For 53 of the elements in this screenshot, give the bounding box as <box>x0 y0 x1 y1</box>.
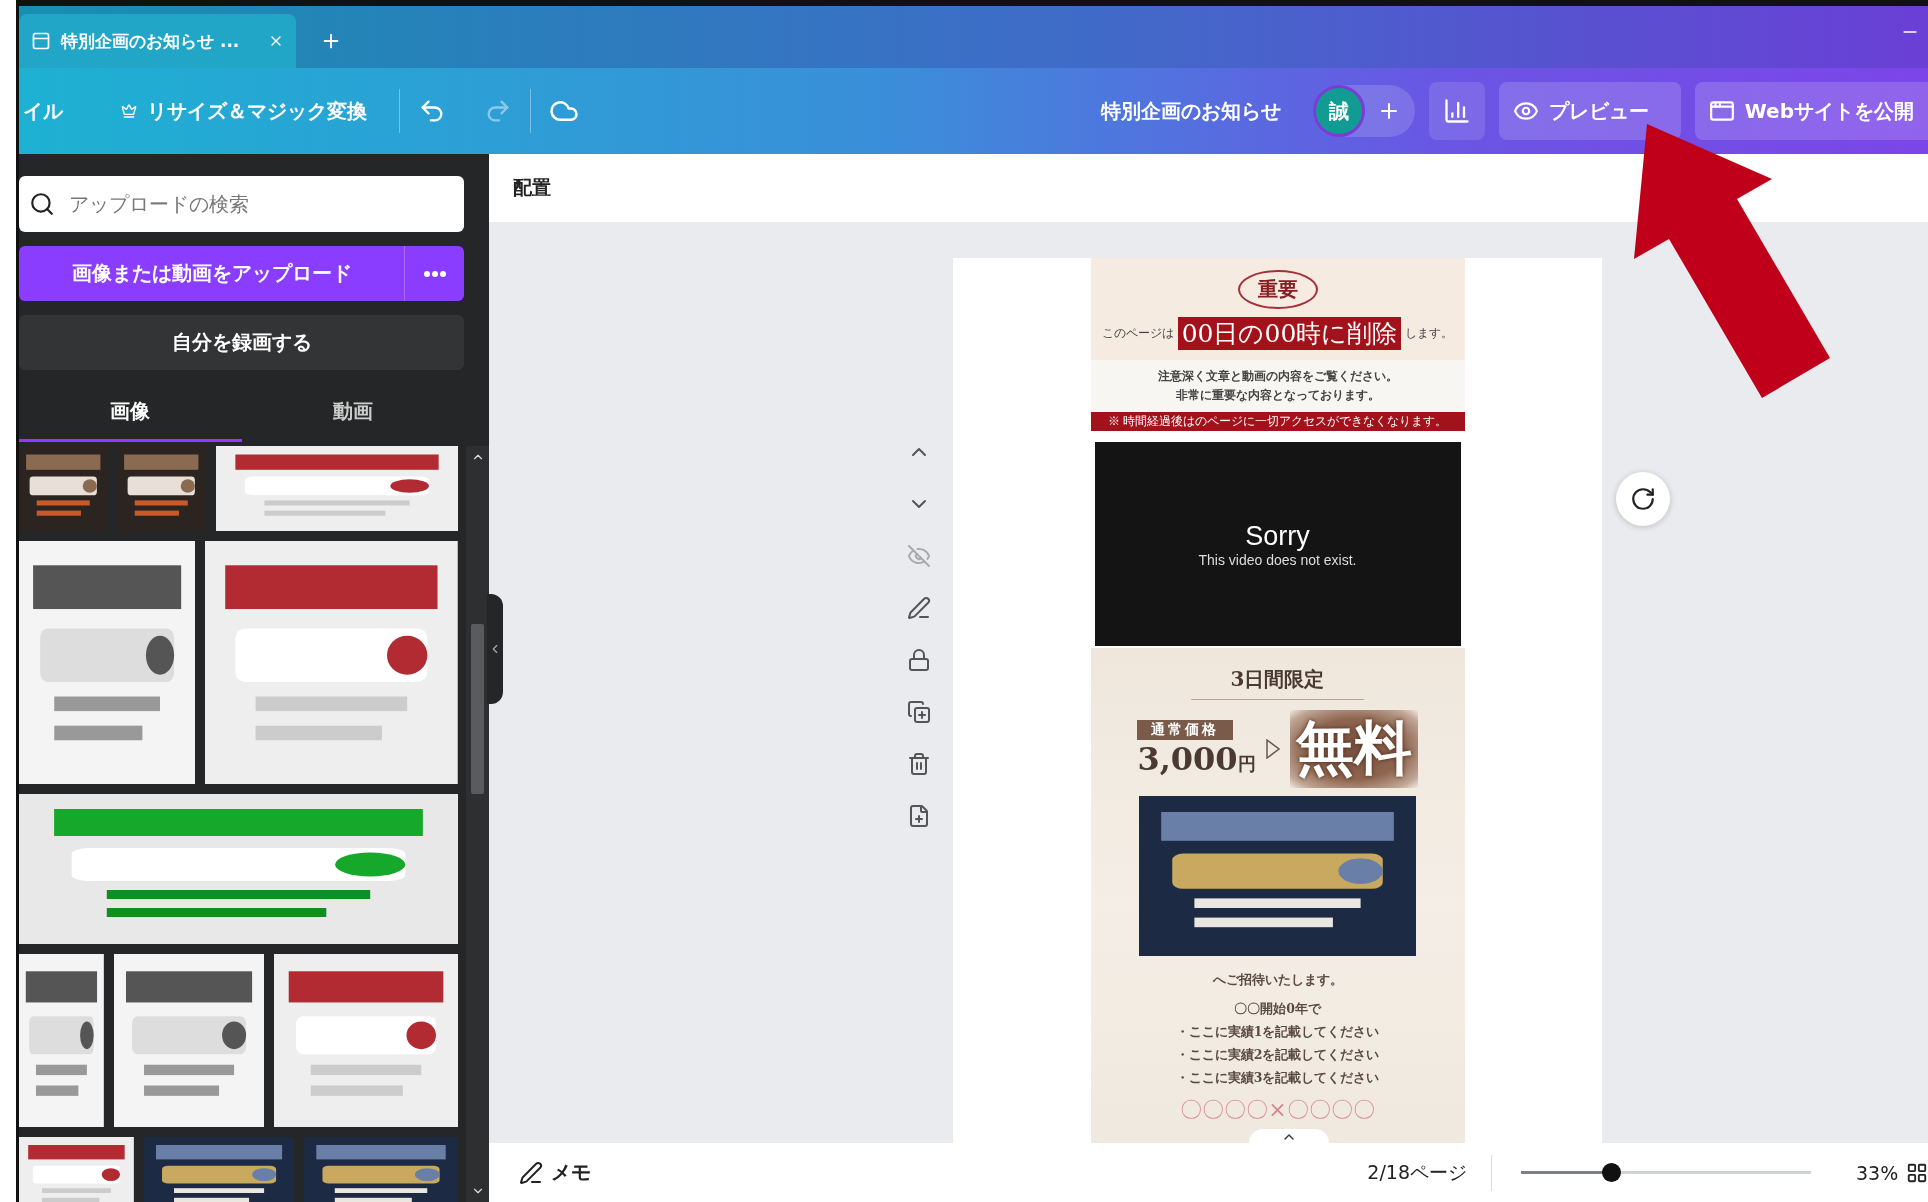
slider-thumb[interactable] <box>1602 1163 1621 1182</box>
intro-text: 〇〇開始0年で <box>1234 1001 1321 1018</box>
zoom-percent[interactable]: 33% <box>1856 1161 1906 1184</box>
note-icon <box>519 1160 543 1185</box>
names-text: 〇〇〇〇×〇〇〇〇 <box>1180 1096 1375 1124</box>
upload-button[interactable]: 画像または動画をアップロード <box>19 246 404 301</box>
window-icon <box>1708 98 1735 124</box>
duplicate-icon[interactable] <box>907 700 931 724</box>
collapse-handle[interactable] <box>487 594 503 704</box>
page-icon <box>31 31 51 51</box>
deadline-text: 00日の00時に削除 <box>1177 317 1402 350</box>
search-field[interactable]: アップロードの検索 <box>19 176 464 232</box>
document-title: 特別企画のお知らせ <box>1100 97 1281 125</box>
offer-heading: 3日間限定 <box>1190 666 1365 700</box>
add-page-icon[interactable] <box>907 804 931 828</box>
insights-button[interactable] <box>1428 82 1485 140</box>
invite-text: へご招待いたします。 <box>1212 972 1343 989</box>
tab-title: 特別企画のお知らせ ... <box>61 29 241 53</box>
preview-button[interactable]: プレビュー <box>1498 82 1681 140</box>
price-text: 3,000円 <box>1137 740 1256 778</box>
price-label: 通常価格 <box>1137 720 1234 740</box>
scrollbar-thumb[interactable] <box>471 624 484 794</box>
more-icon <box>423 270 446 277</box>
note-text: 非常に重要な内容となっております。 <box>1175 387 1380 404</box>
note-text: 注意深く文章と動画の内容をご覧ください。 <box>1157 368 1398 385</box>
search-icon <box>29 191 55 217</box>
grid-icon[interactable] <box>1906 1161 1928 1184</box>
refresh-button[interactable] <box>1616 472 1670 526</box>
rotate-icon <box>1630 486 1656 512</box>
chart-icon <box>1442 97 1471 125</box>
achievement-text: ・ここに実績2を記載してください <box>1175 1047 1380 1064</box>
achievement-text: ・ここに実績1を記載してください <box>1175 1024 1380 1041</box>
trash-icon[interactable] <box>907 752 931 776</box>
warning-text: ※ 時間経過後はのページに一切アクセスができなくなります。 <box>1090 412 1465 431</box>
triangle-icon <box>1265 739 1280 759</box>
notice-text: このページは <box>1101 325 1174 342</box>
free-text: 無料 <box>1289 710 1418 788</box>
notice-text: します。 <box>1405 325 1454 342</box>
media-tab[interactable]: 動画 <box>241 384 464 442</box>
position-label[interactable]: 配置 <box>513 175 551 201</box>
more-button[interactable] <box>404 246 464 301</box>
record-button[interactable]: 自分を録画する <box>19 315 464 370</box>
media-tab[interactable]: 画像 <box>19 384 242 442</box>
publish-button[interactable]: Webサイトを公開 <box>1694 82 1928 140</box>
crown-icon <box>121 103 137 119</box>
video-message: This video does not exist. <box>1198 551 1357 568</box>
note-icon[interactable] <box>907 596 931 620</box>
video-title: Sorry <box>1245 520 1310 552</box>
page-counter[interactable]: 2/18ページ <box>1367 1159 1467 1186</box>
notice-badge: 重要 <box>1237 270 1318 309</box>
achievement-text: ・ここに実績3を記載してください <box>1175 1070 1380 1087</box>
lock-icon[interactable] <box>907 648 931 672</box>
notes-button[interactable]: メモ <box>513 1158 597 1187</box>
